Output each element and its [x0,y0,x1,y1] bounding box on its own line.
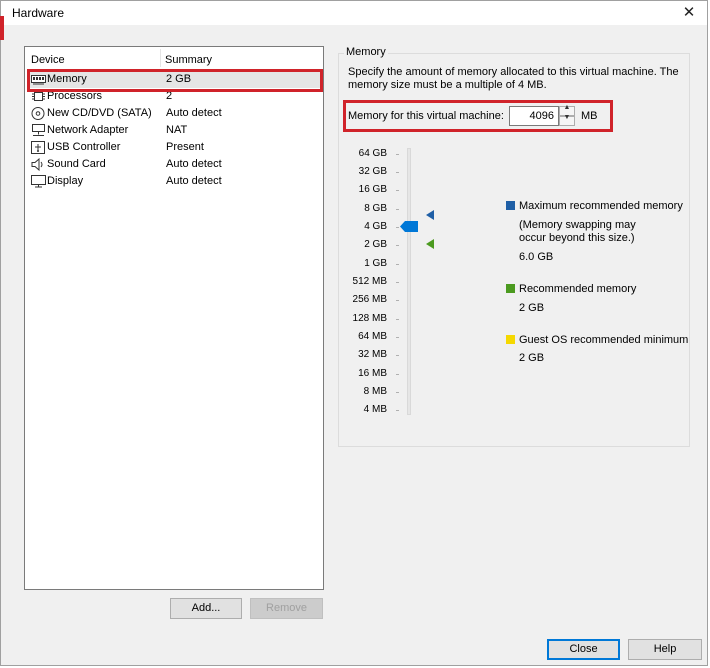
window-title: Hardware [12,6,65,20]
device-name: Sound Card [47,158,106,170]
scale-tick [396,355,399,356]
scale-label: 4 MB [363,404,387,415]
scale-tick [396,374,399,375]
scale-tick [396,245,399,246]
processor-icon [32,92,45,101]
scale-tick [396,337,399,338]
network-adapter-icon [32,124,45,136]
scale-label: 8 GB [364,203,387,214]
scale-label: 256 MB [352,294,387,305]
memory-description: Specify the amount of memory allocated t… [348,66,679,91]
device-row-usb-controller[interactable]: USB Controller Present [27,139,323,156]
scale-label: 512 MB [352,276,387,287]
device-summary: Present [166,141,204,153]
recommended-marker [426,239,434,249]
memory-icon [31,75,46,85]
memory-spin-down-button[interactable]: ▼ [559,114,575,126]
device-row-network-adapter[interactable]: Network Adapter NAT [27,122,323,139]
spin-down-icon: ▼ [563,114,571,121]
recommended-value: 2 GB [519,302,545,314]
remove-button[interactable]: Remove [250,598,323,619]
device-row-memory[interactable]: Memory 2 GB [27,71,323,88]
device-row-processors[interactable]: Processors 2 [27,88,323,105]
memory-size-input[interactable]: 4096 [509,106,559,126]
device-summary: 2 [166,90,173,102]
column-device-header[interactable]: Device [31,54,65,66]
scale-tick [396,300,399,301]
recommended-legend-swatch [506,284,515,293]
scale-label: 1 GB [364,258,387,269]
max-recommended-value: 6.0 GB [519,251,554,263]
device-name: Memory [47,73,87,85]
device-summary: Auto detect [166,158,222,170]
title-bar: Hardware ✕ [1,1,707,25]
memory-unit-label: MB [581,110,598,122]
max-recommended-legend-swatch [506,201,515,210]
scale-label: 64 MB [358,331,387,342]
device-row-sound-card[interactable]: Sound Card Auto detect [27,156,323,173]
usb-icon [31,141,45,154]
scale-label: 32 MB [358,349,387,360]
max-recommended-note: (Memory swapping may occur beyond this s… [519,219,636,244]
scale-label: 16 GB [358,184,387,195]
monitor-icon [31,175,46,188]
device-summary: 2 GB [166,73,192,85]
column-summary-header[interactable]: Summary [165,54,212,66]
max-recommended-title: Maximum recommended memory [519,200,683,212]
scale-tick [396,190,399,191]
device-summary: Auto detect [166,107,222,119]
guest-minimum-legend-swatch [506,335,515,344]
help-button[interactable]: Help [628,639,702,660]
cd-dvd-icon [31,107,45,120]
device-summary: NAT [166,124,188,136]
scale-label: 8 MB [363,386,387,397]
scale-tick [396,209,399,210]
scale-tick [396,410,399,411]
scale-label: 64 GB [358,148,387,159]
memory-slider-thumb[interactable] [400,221,418,232]
max-recommended-marker [426,210,434,220]
spin-up-icon: ▲ [563,104,571,111]
recommended-title: Recommended memory [519,283,637,295]
guest-minimum-value: 2 GB [519,352,545,364]
scale-tick [396,154,399,155]
column-separator [160,49,161,67]
device-name: USB Controller [47,141,121,153]
device-summary: Auto detect [166,175,222,187]
device-list[interactable]: Device Summary Memory 2 GB Processors 2 … [24,46,324,590]
close-icon[interactable]: ✕ [679,3,699,23]
scale-tick [396,319,399,320]
scale-label: 16 MB [358,368,387,379]
guest-minimum-title: Guest OS recommended minimum [519,334,689,346]
scale-tick [396,172,399,173]
device-name: Display [47,175,84,187]
device-list-header: Device Summary [25,47,323,67]
annotation-edge-mark [0,16,4,40]
device-name: Network Adapter [47,124,129,136]
scale-label: 2 GB [364,239,387,250]
close-button[interactable]: Close [547,639,620,660]
device-name: New CD/DVD (SATA) [47,107,152,119]
add-button[interactable]: Add... [170,598,242,619]
device-row-display[interactable]: Display Auto detect [27,173,323,190]
scale-tick [396,264,399,265]
speaker-icon [31,158,43,171]
scale-label: 32 GB [358,166,387,177]
scale-tick [396,392,399,393]
device-row-cd-dvd[interactable]: New CD/DVD (SATA) Auto detect [27,105,323,122]
memory-slider-track[interactable] [407,148,411,415]
scale-label: 128 MB [352,313,387,324]
memory-field-label: Memory for this virtual machine: [348,110,504,122]
scale-tick [396,282,399,283]
scale-tick [396,227,399,228]
memory-group-title: Memory [344,46,388,58]
device-name: Processors [47,90,103,102]
scale-label: 4 GB [364,221,387,232]
